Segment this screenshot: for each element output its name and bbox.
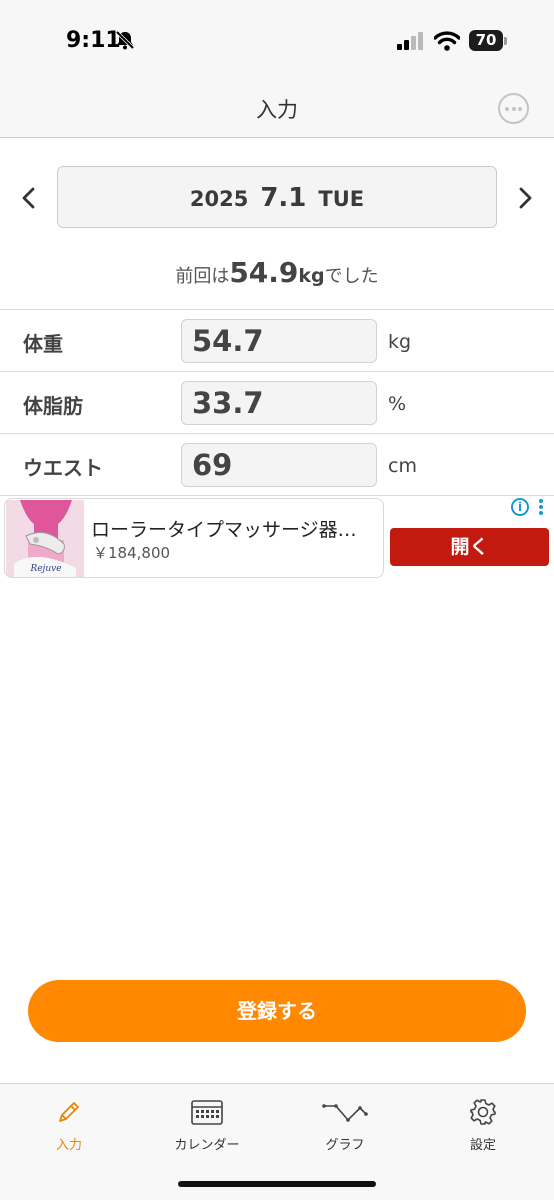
more-dot-icon [518, 107, 522, 111]
tab-settings-label: 設定 [469, 1138, 496, 1153]
nav-bar: 入力 [0, 80, 554, 138]
next-date-button[interactable] [510, 180, 540, 216]
ad-menu-dot [539, 505, 543, 509]
page: 9:11 70 入力 2025 7.1 TUE 前回は54.9kgでした 体重 … [0, 0, 554, 1200]
more-options-button[interactable] [498, 93, 529, 124]
tab-calendar[interactable]: カレンダー [138, 1084, 276, 1164]
tab-calendar-label: カレンダー [174, 1138, 240, 1153]
battery-icon: 70 [469, 30, 503, 51]
cellular-signal-icon [397, 32, 423, 50]
ad-open-button[interactable]: 開く [390, 528, 549, 566]
weight-label: 体重 [23, 332, 63, 356]
previous-value: 54.9 [229, 256, 299, 289]
pencil-icon [59, 1102, 79, 1122]
body-fat-input[interactable]: 33.7 [181, 381, 377, 425]
tab-graph[interactable]: グラフ [276, 1084, 414, 1164]
status-bar: 9:11 70 [0, 0, 554, 80]
register-button[interactable]: 登録する [28, 980, 526, 1042]
date-weekday: TUE [318, 187, 365, 211]
body-fat-row: 体脂肪 33.7 % [0, 371, 554, 433]
ad-menu-dot [539, 511, 543, 515]
tab-graph-label: グラフ [325, 1138, 365, 1153]
waist-unit: cm [388, 455, 417, 477]
date-month-day: 7.1 [260, 183, 307, 213]
previous-prefix: 前回は [175, 266, 230, 287]
tab-settings[interactable]: 設定 [414, 1084, 552, 1164]
page-title: 入力 [256, 98, 298, 122]
gear-icon [470, 1099, 496, 1125]
adchoices-icon[interactable]: i [511, 498, 529, 516]
more-dot-icon [511, 107, 516, 111]
ad-card[interactable]: Rejuve ローラータイプマッサージ器… ￥184,800 [4, 498, 384, 578]
waist-label: ウエスト [23, 456, 103, 480]
ad-image-brand: Rejuve [29, 564, 61, 574]
calendar-icon [191, 1100, 223, 1125]
date-year: 2025 [189, 187, 249, 211]
status-time: 9:11 [66, 28, 121, 53]
ad-title: ローラータイプマッサージ器… [91, 519, 357, 541]
weight-input[interactable]: 54.7 [181, 319, 377, 363]
weight-row: 体重 54.7 kg [0, 309, 554, 371]
previous-suffix: でした [324, 266, 379, 287]
previous-date-button[interactable] [14, 180, 44, 216]
body-fat-unit: % [388, 393, 407, 415]
weight-unit: kg [388, 331, 412, 353]
previous-unit: kg [298, 265, 325, 287]
graph-icon [322, 1104, 368, 1122]
battery-tip [504, 37, 507, 45]
ad-product-image: Rejuve [6, 500, 84, 577]
chevron-right-icon [519, 187, 532, 209]
date-selector[interactable]: 2025 7.1 TUE [57, 166, 497, 228]
wifi-icon [434, 31, 460, 51]
tab-input-label: 入力 [55, 1138, 82, 1153]
more-dot-icon [505, 107, 509, 111]
waist-row: ウエスト 69 cm [0, 433, 554, 496]
body-fat-label: 体脂肪 [23, 394, 83, 418]
ad-menu-icon[interactable] [539, 499, 543, 517]
waist-input[interactable]: 69 [181, 443, 377, 487]
chevron-left-icon [22, 187, 35, 209]
bell-slash-icon [115, 30, 135, 50]
home-indicator[interactable] [178, 1181, 376, 1187]
ad-product-illustration: Rejuve [6, 500, 84, 577]
ad-price: ￥184,800 [93, 544, 171, 562]
previous-weight-note: 前回は54.9kgでした [0, 256, 554, 289]
ad-menu-dot [539, 499, 543, 503]
tab-input[interactable]: 入力 [0, 1084, 138, 1164]
